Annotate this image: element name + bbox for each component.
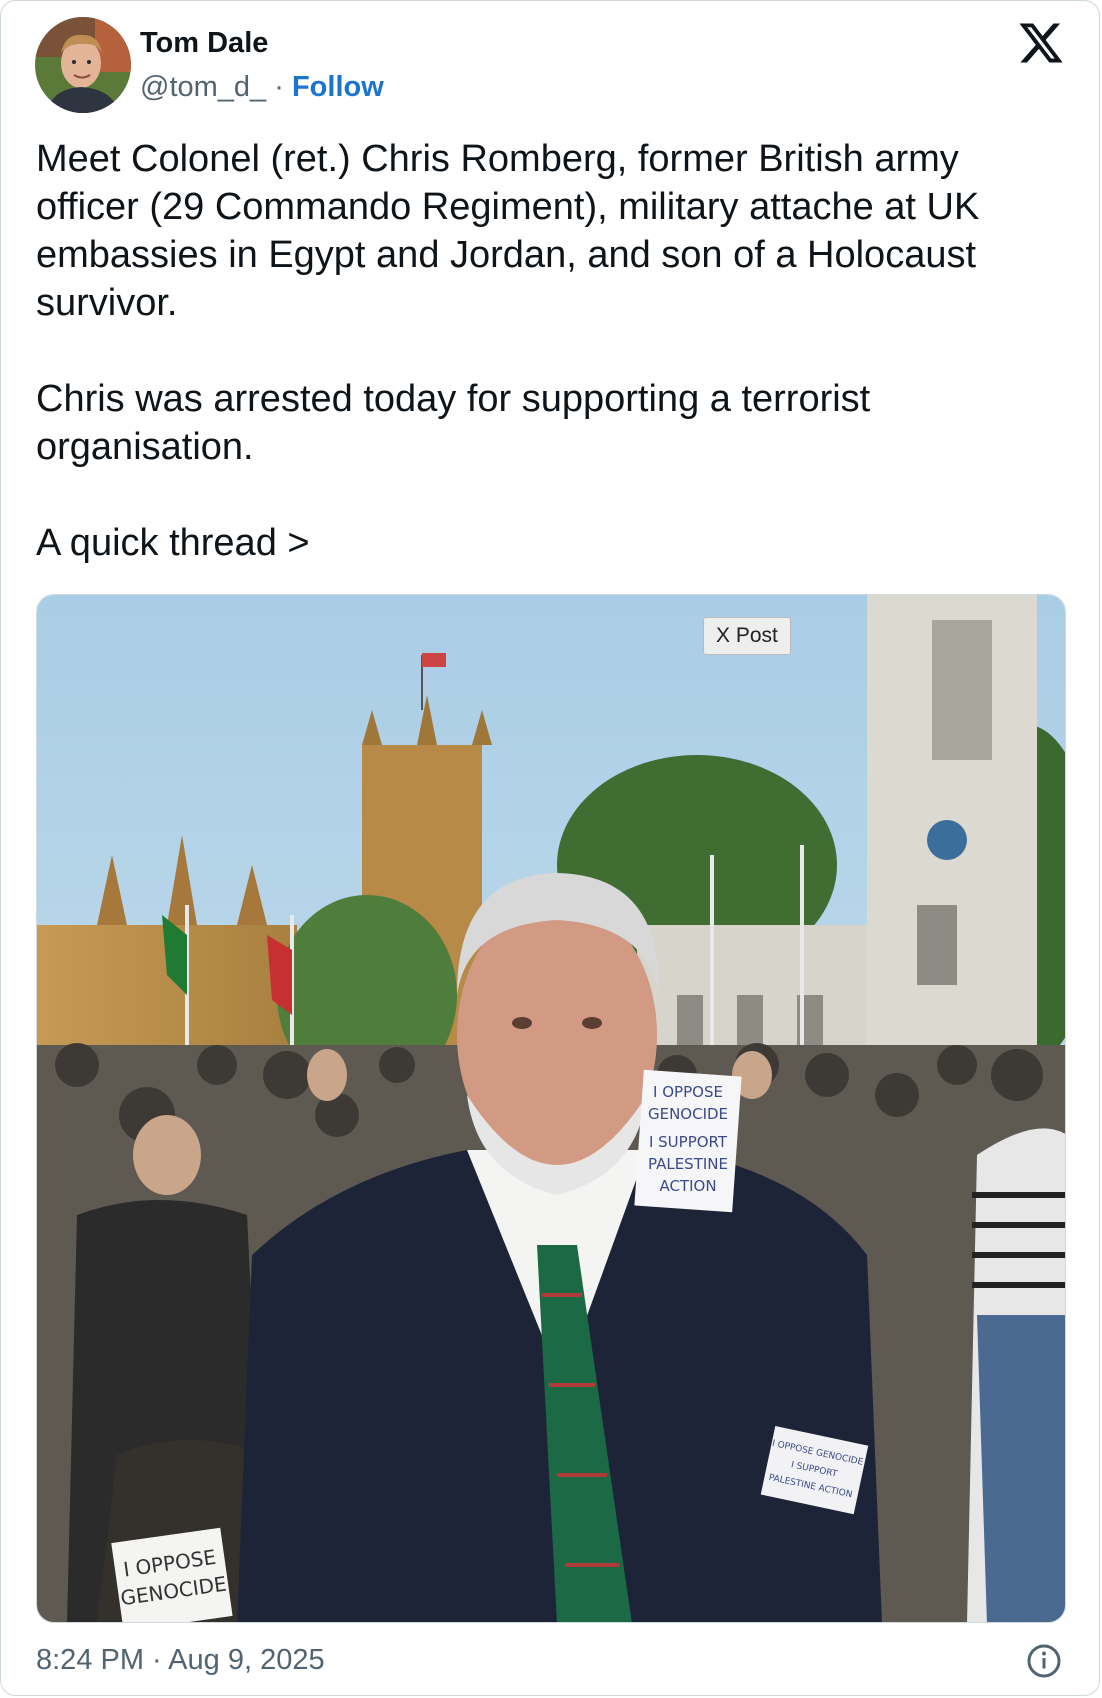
sign-text: PALESTINE [648,1155,728,1173]
avatar-image [35,17,131,113]
x-logo-icon[interactable] [1017,19,1065,67]
sign-text: I SUPPORT [649,1133,728,1151]
x-post-badge: X Post [703,617,791,655]
tweet-paragraph: A quick thread > [36,522,310,564]
sign-text: GENOCIDE [648,1105,728,1123]
protest-photo: I OPPOSE GENOCIDE I SUPPORT PALESTINE AC… [37,595,1065,1622]
author-name[interactable]: Tom Dale [140,27,268,60]
author-handle-row: @tom_d_ · Follow [140,71,384,104]
separator-dot: · [274,71,284,103]
info-icon[interactable] [1026,1643,1062,1679]
sign-text: ACTION [659,1177,716,1195]
tweet-paragraph: Meet Colonel (ret.) Chris Romberg, forme… [36,138,980,324]
post-timestamp[interactable]: 8:24 PM · Aug 9, 2025 [36,1644,325,1677]
tweet-paragraph: Chris was arrested today for supporting … [36,378,871,468]
follow-button[interactable]: Follow [292,71,384,103]
tweet-photo[interactable]: I OPPOSE GENOCIDE I SUPPORT PALESTINE AC… [36,594,1066,1623]
sign-text: I OPPOSE [653,1083,723,1101]
tweet-embed-card: Tom Dale @tom_d_ · Follow Meet Colonel (… [0,0,1100,1696]
tweet-text: Meet Colonel (ret.) Chris Romberg, forme… [36,135,1066,567]
avatar[interactable] [35,17,131,113]
author-handle[interactable]: @tom_d_ [140,71,266,103]
